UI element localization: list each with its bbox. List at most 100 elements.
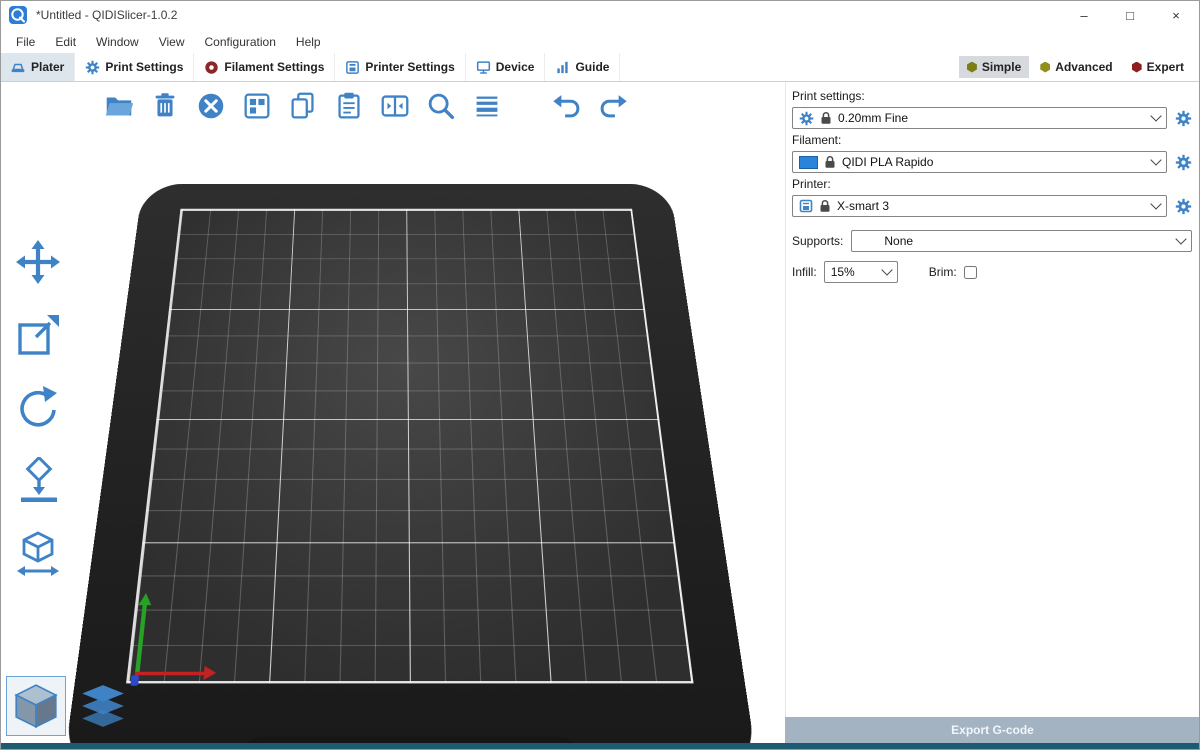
redo-button[interactable] [594,87,632,125]
tab-filament-settings[interactable]: Filament Settings [194,53,335,81]
open-folder-icon [102,89,136,123]
arrange-button[interactable] [238,87,276,125]
chevron-down-icon [1150,110,1161,121]
filament-color-swatch [799,156,818,169]
tab-printer-settings[interactable]: Printer Settings [335,53,465,81]
mode-selector: Simple Advanced Expert [959,53,1200,81]
settings-sidebar: Print settings: 0.20mm Fine Filament: QI… [785,82,1200,717]
arrange-icon [240,89,274,123]
split-button[interactable] [376,87,414,125]
infill-value: 15% [831,265,855,279]
delete-all-button[interactable] [192,87,230,125]
brim-label: Brim: [929,265,957,279]
printer-label: Printer: [792,177,1192,191]
menu-configuration[interactable]: Configuration [195,35,286,49]
scale-icon [14,311,62,359]
delete-all-icon [194,89,228,123]
printer-combo[interactable]: X-smart 3 [792,195,1167,217]
filament-gear-button[interactable] [1174,153,1192,171]
print-settings-gear-button[interactable] [1174,109,1192,127]
filament-value: QIDI PLA Rapido [842,155,933,169]
tab-plater[interactable]: Plater [0,53,75,81]
rotate-tool-button[interactable] [9,380,67,436]
search-button[interactable] [422,87,460,125]
filament-label: Filament: [792,133,1192,147]
copy-icon [286,89,320,123]
mode-advanced[interactable]: Advanced [1032,56,1120,78]
tab-label: Print Settings [105,60,183,74]
scale-tool-button[interactable] [9,307,67,363]
trash-icon [148,89,182,123]
move-tool-button[interactable] [9,234,67,290]
tab-device[interactable]: Device [466,53,546,81]
tab-label: Printer Settings [365,60,454,74]
paste-icon [332,89,366,123]
window-controls: – □ × [1061,0,1199,30]
y-axis-indicator [135,605,147,675]
chevron-down-icon [881,264,892,275]
app-logo-icon [8,5,28,25]
lock-icon [824,155,836,169]
variable-layer-height-button[interactable] [468,87,506,125]
bottom-edge-bar [0,743,1200,750]
undo-icon [550,89,584,123]
maximize-button[interactable]: □ [1107,0,1153,30]
open-button[interactable] [100,87,138,125]
menu-window[interactable]: Window [86,35,149,49]
mode-simple[interactable]: Simple [959,56,1029,78]
mode-label: Advanced [1055,60,1112,74]
menu-help[interactable]: Help [286,35,331,49]
tab-label: Plater [31,60,64,74]
size-tool-button[interactable] [9,526,67,582]
simple-mode-icon [967,62,977,73]
paste-button[interactable] [330,87,368,125]
infill-combo[interactable]: 15% [824,261,898,283]
title-bar: *Untitled - QIDISlicer-1.0.2 – □ × [0,0,1200,30]
menu-file[interactable]: File [6,35,45,49]
3d-editor-view-button[interactable] [7,677,65,735]
printer-icon [799,199,813,213]
guide-icon [555,60,570,75]
tab-label: Filament Settings [224,60,324,74]
left-toolbar [9,234,67,582]
tab-label: Device [496,60,535,74]
tab-guide[interactable]: Guide [545,53,620,81]
3d-viewport[interactable] [0,82,785,743]
filament-combo[interactable]: QIDI PLA Rapido [792,151,1167,173]
close-button[interactable]: × [1153,0,1199,30]
lock-icon [820,111,832,125]
move-icon [14,238,62,286]
printer-icon [345,60,360,75]
window-title: *Untitled - QIDISlicer-1.0.2 [36,8,177,22]
place-on-face-tool-button[interactable] [9,453,67,509]
mode-label: Expert [1147,60,1184,74]
size-icon [14,530,62,578]
supports-label: Supports: [792,234,843,248]
infill-label: Infill: [792,265,817,279]
minimize-button[interactable]: – [1061,0,1107,30]
tab-label: Guide [575,60,609,74]
menu-bar: File Edit Window View Configuration Help [0,30,1200,53]
bed-scene [0,82,785,743]
menu-edit[interactable]: Edit [45,35,86,49]
preview-layers-button[interactable] [74,677,132,735]
undo-button[interactable] [548,87,586,125]
menu-view[interactable]: View [149,35,195,49]
gear-icon [85,60,100,75]
export-gcode-button[interactable]: Export G-code [785,717,1200,743]
tab-print-settings[interactable]: Print Settings [75,53,194,81]
printer-gear-button[interactable] [1174,197,1192,215]
brim-checkbox[interactable] [964,266,977,279]
print-settings-label: Print settings: [792,89,1192,103]
place-on-face-icon [14,457,62,505]
expert-mode-icon [1132,62,1142,73]
print-settings-combo[interactable]: 0.20mm Fine [792,107,1167,129]
mode-expert[interactable]: Expert [1124,56,1192,78]
advanced-mode-icon [1040,62,1050,73]
printer-value: X-smart 3 [837,199,889,213]
delete-button[interactable] [146,87,184,125]
filament-icon [204,60,219,75]
copy-button[interactable] [284,87,322,125]
plater-icon [10,59,26,75]
supports-combo[interactable]: None [851,230,1192,252]
